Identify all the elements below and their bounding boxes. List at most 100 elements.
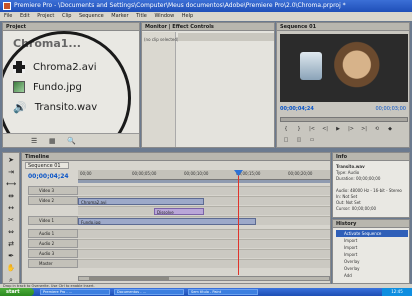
- start-button[interactable]: start: [0, 288, 34, 296]
- track-video-3: Video 3: [28, 186, 330, 195]
- track-header[interactable]: Master: [28, 259, 78, 268]
- project-item-chroma2[interactable]: Chroma2.avi: [13, 57, 139, 77]
- track-header[interactable]: Video 2: [28, 196, 78, 205]
- lift-button[interactable]: ◫: [294, 137, 304, 144]
- timeline-tab[interactable]: Timeline: [22, 153, 330, 161]
- marker-button[interactable]: ◆: [385, 126, 395, 133]
- menu-window[interactable]: Window: [154, 13, 174, 19]
- clip-transition[interactable]: Dissolve: [154, 208, 204, 215]
- track-lane[interactable]: [78, 249, 330, 258]
- track-lane[interactable]: Chroma2.avi: [78, 196, 330, 205]
- project-panel: Project Chroma1... Chroma2.avi Fundo.jpg…: [2, 22, 140, 148]
- history-item[interactable]: Import: [336, 237, 408, 244]
- timeline-timecode[interactable]: 00;00;04;24: [28, 173, 69, 180]
- menu-marker[interactable]: Marker: [111, 13, 128, 19]
- info-line: Duration: 00;00;00;00: [336, 176, 381, 181]
- track-header[interactable]: Video 3: [28, 186, 78, 195]
- info-line: Out: Not Set: [336, 200, 361, 205]
- project-item-list: Chroma2.avi Fundo.jpg 🔊 Transito.wav: [13, 57, 139, 117]
- slide-tool-icon[interactable]: ⇄: [5, 239, 17, 249]
- step-back-button[interactable]: <|: [320, 126, 330, 133]
- audio-icon: 🔊: [13, 100, 27, 114]
- selection-tool-icon[interactable]: ➤: [5, 155, 17, 165]
- menu-title[interactable]: Title: [136, 13, 147, 19]
- history-item[interactable]: Overlay: [336, 265, 408, 272]
- window-title-bar[interactable]: Premiere Pro - \Documents and Settings\C…: [0, 0, 412, 12]
- ruler-label: 00;00: [80, 171, 92, 176]
- step-forward-button[interactable]: |>: [346, 126, 356, 133]
- project-item-fundo[interactable]: Fundo.jpg: [13, 77, 139, 97]
- history-item[interactable]: Import: [336, 251, 408, 258]
- playhead-line[interactable]: [238, 170, 239, 275]
- system-tray-clock[interactable]: 12:45: [382, 288, 412, 296]
- icon-view-icon[interactable]: ▦: [49, 137, 56, 145]
- project-item-transito[interactable]: 🔊 Transito.wav: [13, 97, 139, 117]
- ripple-edit-tool-icon[interactable]: ⟷: [5, 179, 17, 189]
- extract-button[interactable]: ▭: [307, 137, 317, 144]
- mark-in-button[interactable]: {: [281, 126, 291, 133]
- track-lane[interactable]: [78, 239, 330, 248]
- mark-out-button[interactable]: }: [294, 126, 304, 133]
- track-lane[interactable]: [78, 229, 330, 238]
- track-lane[interactable]: Fundo.jpg: [78, 216, 330, 225]
- track-video-1-transition: Dissolve: [28, 206, 330, 215]
- track-lane[interactable]: [78, 259, 330, 268]
- history-item[interactable]: Add: [336, 272, 408, 279]
- taskbar-item[interactable]: Sem título - Paint: [188, 289, 258, 295]
- project-tab[interactable]: Project: [3, 23, 139, 31]
- safe-margins-button[interactable]: □: [281, 137, 291, 144]
- taskbar-item[interactable]: Premiere Pro - ...: [40, 289, 110, 295]
- menu-help[interactable]: Help: [182, 13, 193, 19]
- work-area-bar[interactable]: [78, 180, 330, 183]
- tools-panel: ➤ ⇥ ⟷ ⇹ ↔ ✂ ⇔ ⇄ ✒ ✋ ⌕: [2, 152, 20, 284]
- track-header[interactable]: Video 1: [28, 216, 78, 225]
- find-icon[interactable]: 🔍: [67, 137, 76, 145]
- effect-controls-tab[interactable]: Monitor | Effect Controls: [142, 23, 274, 31]
- razor-tool-icon[interactable]: ✂: [5, 215, 17, 225]
- history-item[interactable]: Activate Sequence: [336, 230, 408, 237]
- clip-fundo[interactable]: Fundo.jpg: [78, 218, 256, 225]
- effect-note: (no clip selected): [144, 37, 179, 42]
- menu-sequence[interactable]: Sequence: [79, 13, 104, 19]
- sequence-tab[interactable]: Sequence 01: [25, 162, 69, 169]
- monitor-tab[interactable]: Sequence 01: [277, 23, 409, 31]
- clip-chroma2[interactable]: Chroma2.avi: [78, 198, 204, 205]
- monitor-timecode-left[interactable]: 00;00;04;24: [280, 106, 314, 112]
- info-line: Audio: 48000 Hz - 16-bit - Stereo: [336, 188, 402, 193]
- rolling-edit-tool-icon[interactable]: ⇹: [5, 191, 17, 201]
- list-view-icon[interactable]: ☰: [31, 137, 37, 145]
- zoom-tool-icon[interactable]: ⌕: [5, 275, 17, 283]
- go-to-in-button[interactable]: |<: [307, 126, 317, 133]
- hand-tool-icon[interactable]: ✋: [5, 263, 17, 273]
- history-item[interactable]: Overlay: [336, 258, 408, 265]
- track-header[interactable]: Audio 1: [28, 229, 78, 238]
- history-tab[interactable]: History: [333, 220, 409, 228]
- track-header[interactable]: Audio 3: [28, 249, 78, 258]
- info-line: Type: Audio: [336, 170, 360, 175]
- info-line: Transito.wav: [336, 164, 365, 169]
- track-lane[interactable]: Dissolve: [78, 206, 330, 215]
- history-item[interactable]: Import: [336, 244, 408, 251]
- menu-project[interactable]: Project: [37, 13, 54, 19]
- menu-clip[interactable]: Clip: [62, 13, 71, 19]
- taskbar-item[interactable]: Documentos - ...: [114, 289, 184, 295]
- info-tab[interactable]: Info: [333, 153, 409, 161]
- rate-stretch-tool-icon[interactable]: ↔: [5, 203, 17, 213]
- scrollbar-thumb[interactable]: [89, 277, 169, 280]
- play-button[interactable]: ▶: [333, 126, 343, 133]
- time-ruler[interactable]: 00;00 00;00;05;00 00;00;10;00 00;00;15;0…: [78, 170, 330, 180]
- menu-edit[interactable]: Edit: [20, 13, 30, 19]
- track-header[interactable]: Audio 2: [28, 239, 78, 248]
- window-title: Premiere Pro - \Documents and Settings\C…: [14, 2, 346, 9]
- slip-tool-icon[interactable]: ⇔: [5, 227, 17, 237]
- program-monitor-panel: Sequence 01 00;00;04;24 00;00;03;00 { } …: [276, 22, 410, 148]
- pen-tool-icon[interactable]: ✒: [5, 251, 17, 261]
- loop-button[interactable]: ⟲: [372, 126, 382, 133]
- go-to-out-button[interactable]: >|: [359, 126, 369, 133]
- monitor-scrub-bar[interactable]: [280, 117, 408, 122]
- menu-file[interactable]: File: [4, 13, 12, 19]
- track-select-tool-icon[interactable]: ⇥: [5, 167, 17, 177]
- track-lane[interactable]: [78, 186, 330, 195]
- timeline-scrollbar[interactable]: [78, 276, 330, 281]
- ruler-label: 00;00;05;00: [132, 171, 157, 176]
